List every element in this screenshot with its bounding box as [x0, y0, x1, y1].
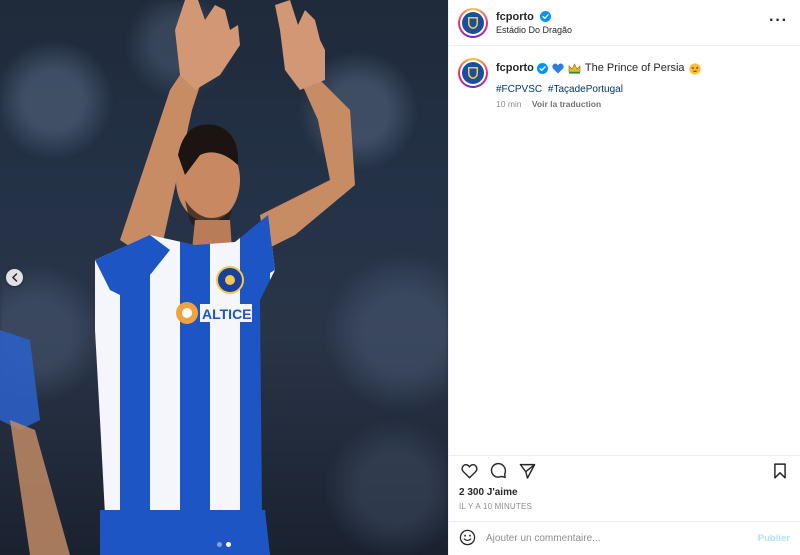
blue-heart-emoji — [552, 63, 564, 74]
header-user-block: fcporto Estádio Do Dragão — [496, 9, 572, 36]
verified-badge-icon — [536, 63, 548, 74]
player-photo: ALTICE — [0, 0, 355, 555]
comment-bar: Publier — [449, 521, 800, 555]
send-icon — [519, 463, 535, 479]
instagram-post: ALTICE fcporto Estádio Do Dragão ··· fcp… — [0, 0, 800, 555]
save-button[interactable] — [770, 461, 790, 481]
hashtag-link[interactable]: #TaçadePortugal — [548, 84, 623, 95]
post-time: IL Y A 10 MINUTES — [459, 502, 533, 511]
fc-porto-crest-icon — [468, 16, 478, 29]
sponsor-logo-text: ALTICE — [202, 306, 252, 322]
caption-block: fcporto The Prince of Persia #FCPVSC #Ta… — [449, 46, 800, 109]
location-link[interactable]: Estádio Do Dragão — [496, 25, 572, 36]
crown-emoji — [568, 63, 581, 74]
post-side-panel: fcporto Estádio Do Dragão ··· fcporto Th… — [448, 0, 800, 555]
comment-input[interactable] — [486, 533, 758, 544]
star-struck-emoji — [688, 62, 701, 75]
carousel-prev-button[interactable] — [6, 269, 23, 286]
caption-avatar[interactable] — [462, 62, 484, 84]
emoji-picker-icon[interactable] — [459, 529, 476, 549]
story-ring[interactable] — [458, 7, 488, 38]
hashtag-link[interactable]: #FCPVSC — [496, 84, 542, 95]
chevron-left-icon — [11, 273, 18, 282]
avatar[interactable] — [462, 11, 484, 34]
caption-body: fcporto The Prince of Persia #FCPVSC #Ta… — [496, 58, 701, 109]
hashtags: #FCPVSC #TaçadePortugal — [496, 84, 701, 95]
publish-button[interactable]: Publier — [758, 533, 790, 544]
heart-icon — [460, 463, 478, 479]
carousel-dot — [217, 542, 222, 547]
caption-text-line: fcporto The Prince of Persia — [496, 61, 701, 76]
caption-text: The Prince of Persia — [584, 62, 685, 74]
comment-button[interactable] — [488, 461, 508, 481]
see-translation-link[interactable]: Voir la traduction — [532, 99, 601, 109]
comment-icon — [490, 462, 506, 479]
header-username[interactable]: fcporto — [496, 11, 534, 23]
like-button[interactable] — [459, 461, 479, 481]
caption-time: 10 min — [496, 99, 522, 109]
fc-porto-crest-icon — [468, 67, 478, 79]
carousel-indicator — [0, 542, 448, 547]
post-media[interactable]: ALTICE — [0, 0, 448, 555]
caption-username[interactable]: fcporto — [496, 61, 534, 76]
likes-count[interactable]: 2 300 J'aime — [449, 485, 800, 498]
share-button[interactable] — [517, 461, 537, 481]
comments-area — [449, 109, 800, 455]
caption-story-ring[interactable] — [458, 58, 488, 88]
more-options-icon[interactable]: ··· — [769, 12, 788, 30]
post-header: fcporto Estádio Do Dragão ··· — [449, 0, 800, 46]
bookmark-icon — [774, 462, 786, 479]
caption-meta: 10 min Voir la traduction — [496, 99, 701, 109]
action-bar — [449, 455, 800, 485]
verified-badge-icon — [540, 11, 552, 22]
carousel-dot-active — [226, 542, 231, 547]
